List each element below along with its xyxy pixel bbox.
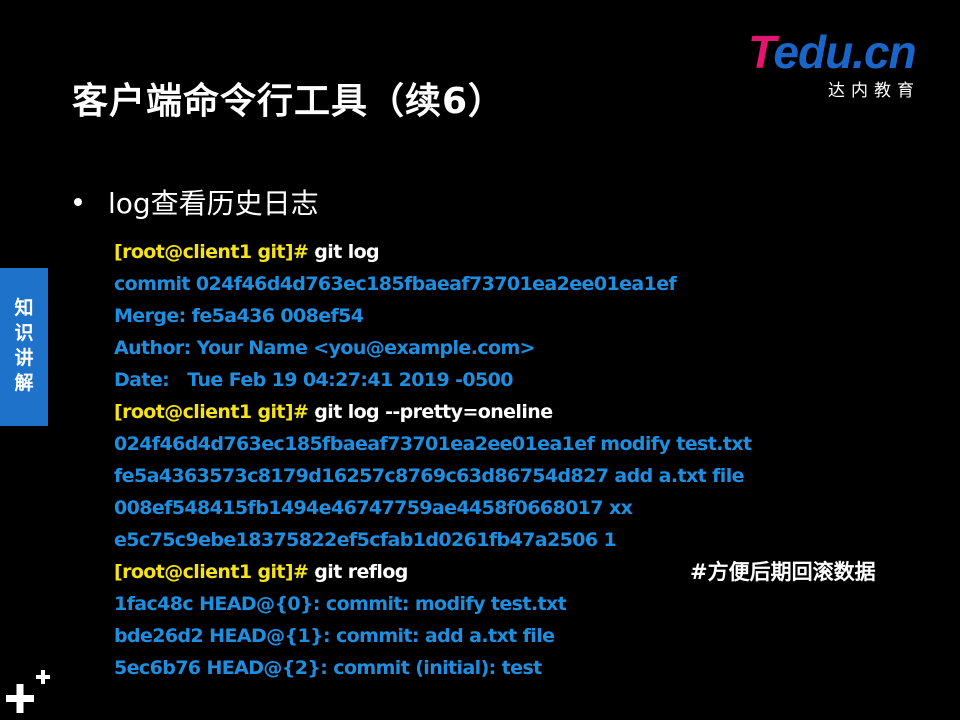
code-line: 008ef548415fb1494e46747759ae4458f0668017… [114,492,874,524]
code-line: commit 024f46d4d763ec185fbaeaf73701ea2ee… [114,268,874,300]
logo-letter-t: T [748,26,774,78]
code-line: [root@client1 git]# git log [114,236,874,268]
shell-output: Date: Tue Feb 19 04:27:41 2019 -0500 [114,369,513,391]
code-line: bde26d2 HEAD@{1}: commit: add a.txt file [114,620,874,652]
shell-command: git log --pretty=oneline [308,401,553,423]
slide-title: 客户端命令行工具（续6） [72,81,506,122]
side-tab-label: 知 识 讲 解 [14,297,34,394]
shell-output: e5c75c9ebe18375822ef5cfab1d0261fb47a2506… [114,529,617,551]
shell-command: git log [308,241,380,263]
shell-output: 024f46d4d763ec185fbaeaf73701ea2ee01ea1ef… [114,433,752,455]
code-block: [root@client1 git]# git log commit 024f4… [114,236,874,684]
logo-letters-rest: edu.cn [773,26,916,78]
shell-output: Author: Your Name <you@example.com> [114,337,536,359]
shell-prompt: [root@client1 git]# [114,241,309,263]
code-line: fe5a4363573c8179d16257c8769c63d86754d827… [114,460,874,492]
code-line: [root@client1 git]# git log --pretty=one… [114,396,874,428]
shell-output: fe5a4363573c8179d16257c8769c63d86754d827… [114,465,745,487]
code-line: 024f46d4d763ec185fbaeaf73701ea2ee01ea1ef… [114,428,874,460]
code-line: 1fac48c HEAD@{0}: commit: modify test.tx… [114,588,874,620]
slide: 客户端命令行工具（续6） Tedu.cn 达内教育 知 识 讲 解 log查看历… [0,0,960,720]
logo-subtitle: 达内教育 [828,81,920,101]
shell-output: 1fac48c HEAD@{0}: commit: modify test.tx… [114,593,567,615]
shell-output: bde26d2 HEAD@{1}: commit: add a.txt file [114,625,555,647]
plus-plus-icon [6,670,50,713]
shell-output: 008ef548415fb1494e46747759ae4458f0668017… [114,497,633,519]
bullet-text: log查看历史日志 [108,187,319,220]
code-line: Merge: fe5a436 008ef54 [114,300,874,332]
shell-prompt: [root@client1 git]# [114,561,309,583]
logo-wordmark: Tedu.cn [748,26,917,78]
code-line: e5c75c9ebe18375822ef5cfab1d0261fb47a2506… [114,524,874,556]
reflog-note: #方便后期回滚数据 [690,560,876,584]
tedu-logo: Tedu.cn 达内教育 [748,26,938,101]
shell-output: 5ec6b76 HEAD@{2}: commit (initial): test [114,657,542,679]
shell-command: git reflog [308,561,408,583]
shell-prompt: [root@client1 git]# [114,401,309,423]
side-tab: 知 识 讲 解 [0,268,48,426]
bullet-item: log查看历史日志 [74,182,319,222]
code-line: Author: Your Name <you@example.com> [114,332,874,364]
code-line: Date: Tue Feb 19 04:27:41 2019 -0500 [114,364,874,396]
shell-output: commit 024f46d4d763ec185fbaeaf73701ea2ee… [114,273,677,295]
code-line: 5ec6b76 HEAD@{2}: commit (initial): test [114,652,874,684]
bullet-dot-icon [74,198,82,206]
shell-output: Merge: fe5a436 008ef54 [114,305,364,327]
